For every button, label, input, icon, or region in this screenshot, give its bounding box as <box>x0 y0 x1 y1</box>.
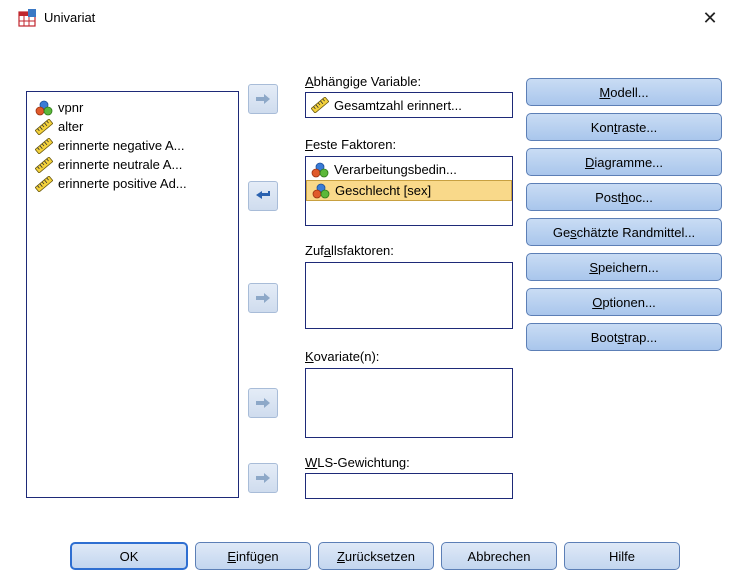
title-bar: Univariat ✕ <box>0 0 729 36</box>
variable-label: erinnerte neutrale A... <box>58 157 183 172</box>
wls-weight-field[interactable] <box>305 473 513 499</box>
variable-label: vpnr <box>58 100 84 115</box>
move-to-wls-button[interactable] <box>248 463 278 493</box>
contrasts-button[interactable]: Kon t raste... <box>526 113 722 141</box>
paste-button[interactable]: Einfügen <box>195 542 311 570</box>
variable-label: alter <box>58 119 84 134</box>
random-factors-list[interactable] <box>305 262 513 329</box>
scale-ruler-icon <box>35 138 53 154</box>
scale-ruler-icon <box>311 97 329 113</box>
move-to-dependent-button[interactable] <box>248 84 278 114</box>
variable-item[interactable]: erinnerte negative A... <box>27 136 238 155</box>
fixed-factor-label: Verarbeitungsbedin... <box>334 162 457 177</box>
variable-item[interactable]: erinnerte neutrale A... <box>27 155 238 174</box>
post-hoc-button[interactable]: Post h oc... <box>526 183 722 211</box>
dialog-body: vpnr alter erinnerte negative A... erinn… <box>8 36 722 570</box>
variable-label: erinnerte positive Ad... <box>58 176 187 191</box>
arrow-right-icon <box>255 397 271 409</box>
covariates-list[interactable] <box>305 368 513 438</box>
dependent-variable-field[interactable]: Gesamtzahl erinnert... <box>305 92 513 118</box>
scale-ruler-icon <box>35 176 53 192</box>
move-to-covariates-button[interactable] <box>248 388 278 418</box>
move-to-random-factors-button[interactable] <box>248 283 278 313</box>
reset-button[interactable]: Zurücksetzen <box>318 542 434 570</box>
estimated-marginal-means-button[interactable]: Ge s chätzte Randmittel... <box>526 218 722 246</box>
model-button[interactable]: Modell... <box>526 78 722 106</box>
options-button[interactable]: Optionen... <box>526 288 722 316</box>
ok-button[interactable]: OK <box>70 542 188 570</box>
close-button[interactable]: ✕ <box>691 0 729 36</box>
variable-label: erinnerte negative A... <box>58 138 185 153</box>
dependent-variable-item[interactable]: Gesamtzahl erinnert... <box>306 93 512 117</box>
fixed-factors-list[interactable]: Verarbeitungsbedin... Geschlecht [sex] <box>305 156 513 226</box>
arrow-right-icon <box>255 472 271 484</box>
nominal-icon <box>311 162 329 178</box>
fixed-factors-label: Feste Faktoren: <box>305 137 397 152</box>
covariates-label: Kovariate(n): <box>305 349 380 364</box>
spss-app-icon <box>18 9 36 27</box>
move-from-fixed-factors-button[interactable] <box>248 181 278 211</box>
nominal-icon <box>35 100 53 116</box>
save-button[interactable]: Speichern... <box>526 253 722 281</box>
variable-item[interactable]: vpnr <box>27 98 238 117</box>
close-icon: ✕ <box>702 7 718 28</box>
window-title: Univariat <box>44 10 96 25</box>
fixed-factor-label: Geschlecht [sex] <box>335 183 432 198</box>
cancel-button[interactable]: Abbrechen <box>441 542 557 570</box>
wls-weight-label: WLS-Gewichtung: <box>305 455 410 470</box>
variable-item[interactable]: alter <box>27 117 238 136</box>
scale-ruler-icon <box>35 119 53 135</box>
help-button[interactable]: Hilfe <box>564 542 680 570</box>
fixed-factor-item-selected[interactable]: Geschlecht [sex] <box>306 180 512 201</box>
arrow-left-icon <box>255 190 271 202</box>
plots-button[interactable]: Diagramme... <box>526 148 722 176</box>
arrow-right-icon <box>255 292 271 304</box>
random-factors-label: Zufallsfaktoren: <box>305 243 394 258</box>
nominal-icon <box>312 183 330 199</box>
arrow-right-icon <box>255 93 271 105</box>
bootstrap-button[interactable]: Boot s trap... <box>526 323 722 351</box>
dependent-variable-label: Abhängige Variable: <box>305 74 422 89</box>
source-variable-list[interactable]: vpnr alter erinnerte negative A... erinn… <box>26 91 239 498</box>
dependent-variable-value: Gesamtzahl erinnert... <box>334 97 462 113</box>
scale-ruler-icon <box>35 157 53 173</box>
variable-item[interactable]: erinnerte positive Ad... <box>27 174 238 193</box>
fixed-factor-item[interactable]: Verarbeitungsbedin... <box>306 159 512 180</box>
